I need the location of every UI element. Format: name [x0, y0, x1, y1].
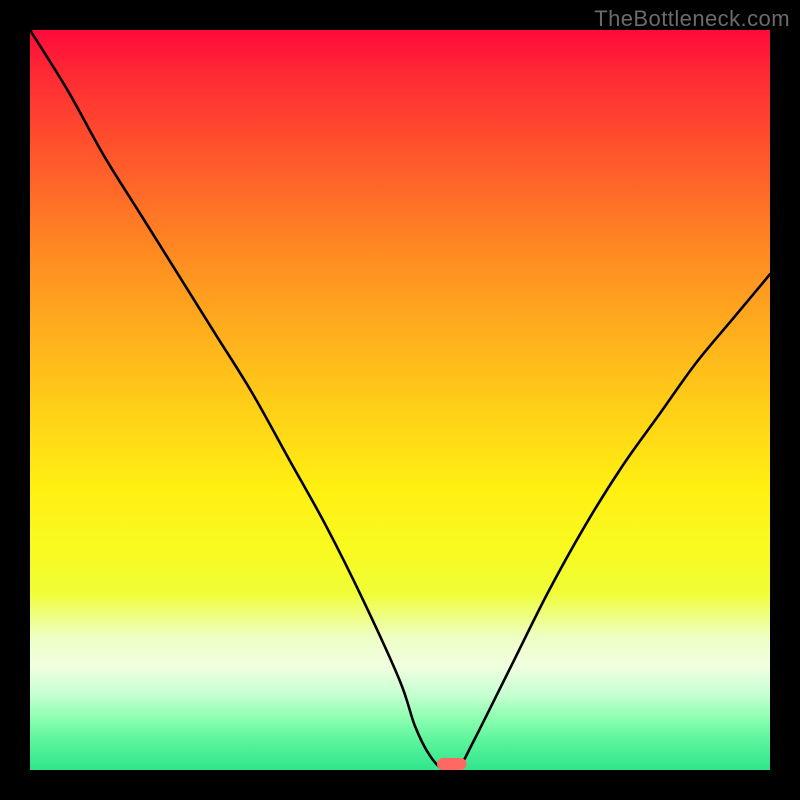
bottleneck-curve — [30, 30, 770, 770]
optimum-marker — [437, 758, 467, 770]
bottleneck-curve-svg — [30, 30, 770, 770]
chart-frame: TheBottleneck.com — [0, 0, 800, 800]
watermark-text: TheBottleneck.com — [594, 6, 790, 32]
plot-area — [30, 30, 770, 770]
